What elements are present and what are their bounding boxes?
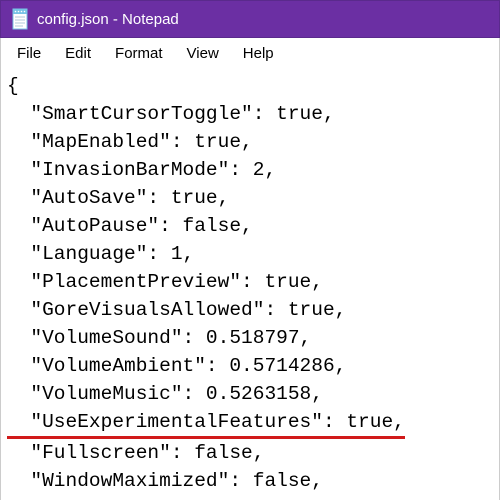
json-line: "Fullscreen": false,	[7, 439, 493, 467]
json-line: "GoreVisualsAllowed": true,	[7, 296, 493, 324]
json-line: "SmartCursorToggle": true,	[7, 100, 493, 128]
json-line: "PlacementPreview": true,	[7, 268, 493, 296]
json-line-highlighted: "UseExperimentalFeatures": true,	[7, 408, 493, 439]
json-line: "VolumeSound": 0.518797,	[7, 324, 493, 352]
menu-view[interactable]: View	[177, 42, 229, 65]
json-line: "WindowMaximized": false,	[7, 467, 493, 495]
json-line: "AutoSave": true,	[7, 184, 493, 212]
text-editor-area[interactable]: { "SmartCursorToggle": true, "MapEnabled…	[0, 68, 500, 500]
menu-file[interactable]: File	[7, 42, 51, 65]
json-line: "AutoPause": false,	[7, 212, 493, 240]
json-line: "Language": 1,	[7, 240, 493, 268]
menu-edit[interactable]: Edit	[55, 42, 101, 65]
json-line: "MapEnabled": true,	[7, 128, 493, 156]
json-line: {	[7, 72, 493, 100]
json-line: "VolumeAmbient": 0.5714286,	[7, 352, 493, 380]
json-line: "InvasionBarMode": 2,	[7, 156, 493, 184]
window-title: config.json - Notepad	[37, 11, 179, 28]
menu-format[interactable]: Format	[105, 42, 173, 65]
menu-help[interactable]: Help	[233, 42, 284, 65]
window-titlebar: config.json - Notepad	[0, 0, 500, 38]
menubar: File Edit Format View Help	[0, 38, 500, 68]
notepad-icon	[9, 8, 29, 30]
json-line: "VolumeMusic": 0.5263158,	[7, 380, 493, 408]
